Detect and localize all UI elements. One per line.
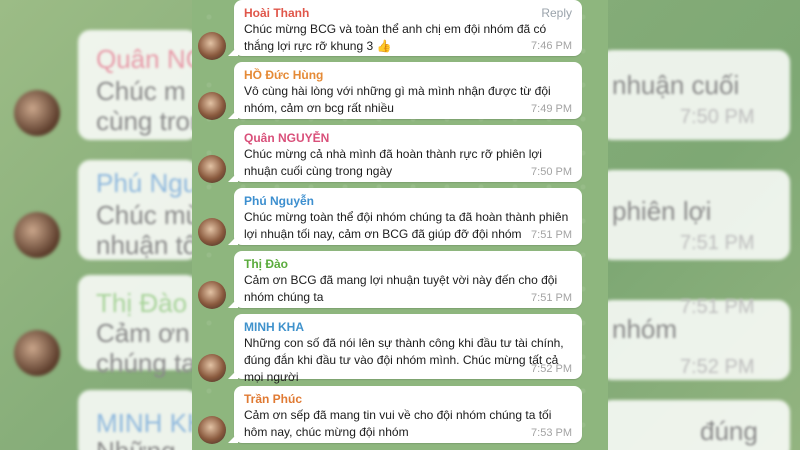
bg-text: phiên lợi — [612, 196, 712, 226]
sender-name[interactable]: Quân NGUYỄN — [244, 130, 572, 146]
message-time: 7:46 PM — [531, 40, 572, 52]
message-text: Những con số đã nói lên sự thành công kh… — [244, 336, 564, 384]
message-bubble[interactable]: Phú Nguyễn Chúc mừng toàn thể đội nhóm c… — [234, 188, 582, 245]
message-time: 7:51 PM — [531, 292, 572, 304]
sender-name[interactable]: Thị Đào — [244, 256, 572, 272]
bg-avatar-3 — [14, 330, 60, 376]
message-time: 7:52 PM — [531, 363, 572, 375]
message-text: Chúc mừng cả nhà mình đã hoàn thành rực … — [244, 147, 542, 178]
message-time: 7:50 PM — [531, 166, 572, 178]
message-time: 7:53 PM — [531, 427, 572, 439]
bg-avatar-1 — [14, 90, 60, 136]
chat-window: Hoài Thanh Reply Chúc mừng BCG và toàn t… — [192, 0, 608, 450]
bg-text: nhóm — [612, 314, 678, 344]
reply-button[interactable]: Reply — [541, 6, 572, 20]
bg-text: nhuận cuối — [612, 70, 740, 100]
bg-card-right-4 — [600, 400, 790, 450]
bg-avatar-2 — [14, 212, 60, 258]
message-time: 7:51 PM — [531, 229, 572, 241]
message-text: Cảm ơn sếp đã mang tin vui về cho đội nh… — [244, 408, 552, 439]
bg-text: 7:52 PM — [680, 356, 755, 378]
bg-text: Thị Đào — [96, 288, 188, 318]
thumbs-up-icon: 👍 — [376, 39, 392, 53]
sender-name[interactable]: HỒ Đức Hùng — [244, 67, 572, 83]
bg-text: Chúc mừ — [96, 200, 203, 230]
bg-text: 7:51 PM — [680, 296, 755, 318]
sender-name[interactable]: Trần Phúc — [244, 391, 572, 407]
message-text: Chúc mừng BCG và toàn thể anh chị em đội… — [244, 22, 547, 53]
message-bubble[interactable]: HỒ Đức Hùng Vô cùng hài lòng với những g… — [234, 62, 582, 119]
message-text: Vô cùng hài lòng với những gì mà mình nh… — [244, 84, 551, 115]
sender-name[interactable]: Hoài Thanh — [244, 5, 572, 21]
message-bubble[interactable]: Quân NGUYỄN Chúc mừng cả nhà mình đã hoà… — [234, 125, 582, 182]
avatar[interactable] — [198, 416, 226, 444]
bg-text: nhuận tối — [96, 230, 203, 260]
message-bubble[interactable]: Trần Phúc Cảm ơn sếp đã mang tin vui về … — [234, 386, 582, 443]
message-text: Chúc mừng toàn thể đội nhóm chúng ta đã … — [244, 210, 569, 241]
avatar[interactable] — [198, 92, 226, 120]
avatar[interactable] — [198, 354, 226, 382]
bg-text: đúng — [700, 416, 758, 446]
avatar[interactable] — [198, 32, 226, 60]
bg-text: Những — [96, 436, 176, 450]
bg-text: Quân NG — [96, 44, 206, 74]
sender-name[interactable]: MINH KHA — [244, 319, 572, 335]
message-bubble[interactable]: MINH KHA Những con số đã nói lên sự thàn… — [234, 314, 582, 384]
message-bubble[interactable]: Thị Đào Cảm ơn BCG đã mang lợi nhuận tuy… — [234, 251, 582, 308]
message-bubble[interactable]: Hoài Thanh Reply Chúc mừng BCG và toàn t… — [234, 0, 582, 56]
avatar[interactable] — [198, 281, 226, 309]
message-text: Cảm ơn BCG đã mang lợi nhuận tuyệt vời n… — [244, 273, 558, 304]
bg-text: chúng ta — [96, 348, 196, 378]
avatar[interactable] — [198, 218, 226, 246]
bg-text: 7:50 PM — [680, 106, 755, 128]
bg-text: MINH KH — [96, 408, 206, 438]
bg-text: 7:51 PM — [680, 232, 755, 254]
message-time: 7:49 PM — [531, 103, 572, 115]
bg-text: Chúc m — [96, 76, 186, 106]
sender-name[interactable]: Phú Nguyễn — [244, 193, 572, 209]
avatar[interactable] — [198, 155, 226, 183]
